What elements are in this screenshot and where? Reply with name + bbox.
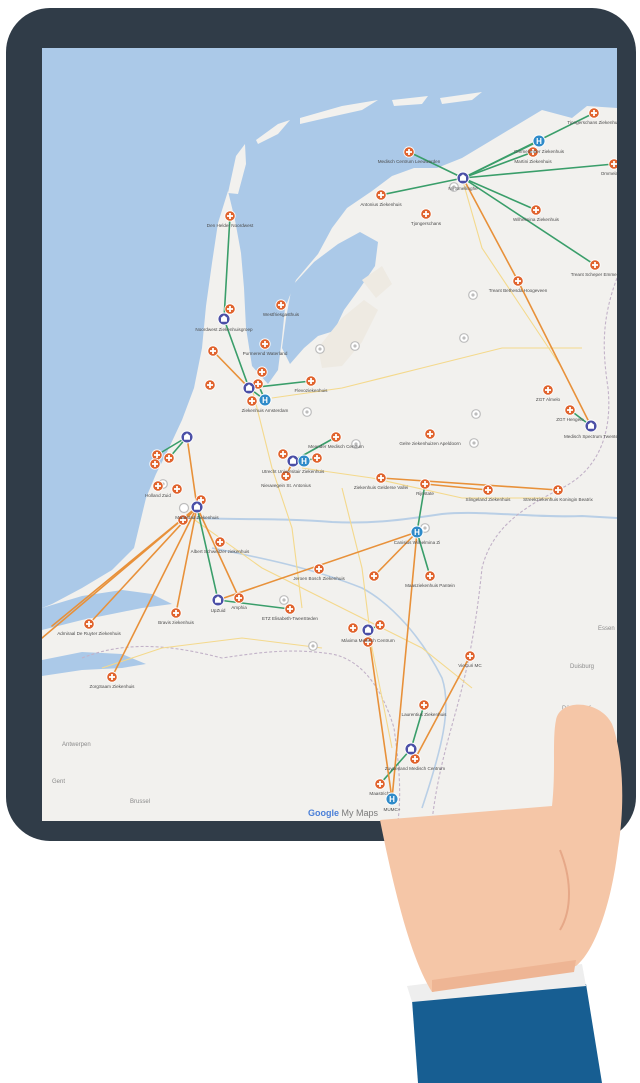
holding-hand	[380, 704, 623, 1083]
hand-palm	[380, 704, 623, 992]
